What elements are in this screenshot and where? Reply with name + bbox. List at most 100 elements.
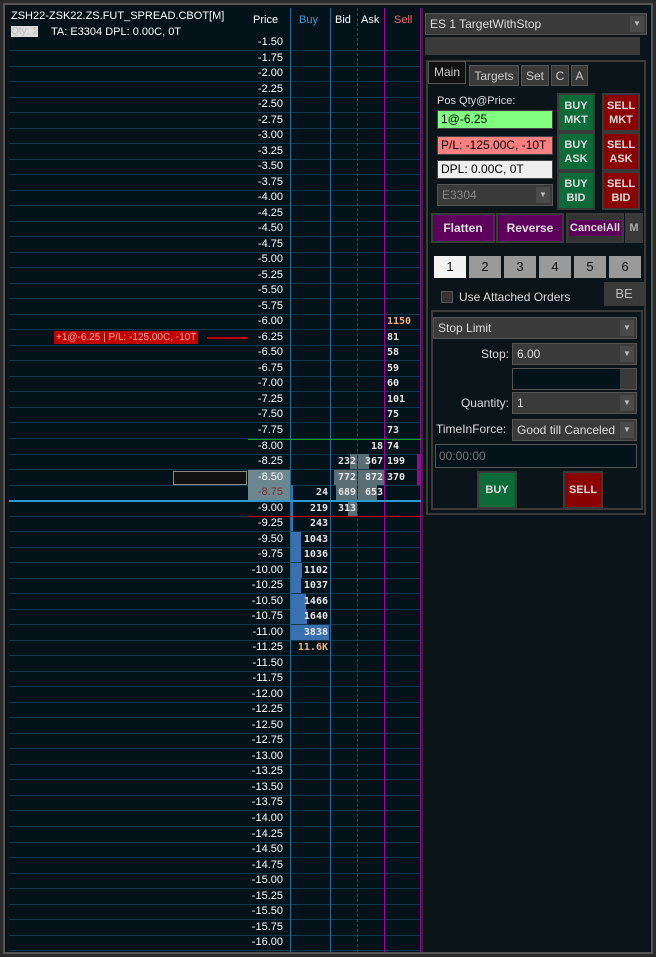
buy-button[interactable]: BUY <box>477 471 517 509</box>
price-cell[interactable]: -3.25 <box>248 144 283 159</box>
ladder-row[interactable]: -8.25 232 367 199 <box>9 454 421 471</box>
cancel-all-button[interactable]: CancelAll <box>566 213 624 243</box>
ladder-row[interactable]: -15.00 <box>9 873 421 890</box>
sell-cell[interactable]: 199 <box>387 454 417 469</box>
ladder-row[interactable]: -11.00 3838 <box>9 624 421 641</box>
ladder-row[interactable]: -13.25 <box>9 764 421 781</box>
ladder-row[interactable]: -10.50 1466 <box>9 593 421 610</box>
ladder-row[interactable]: -14.50 <box>9 842 421 859</box>
sell-cell[interactable]: 59 <box>387 361 417 376</box>
price-cell[interactable]: -6.75 <box>248 361 283 376</box>
ladder-row[interactable]: -2.50 <box>9 97 421 114</box>
ladder-row[interactable]: -5.75 <box>9 299 421 315</box>
stop-dropdown[interactable]: 6.00 ▼ <box>512 343 637 365</box>
buy-cell[interactable]: 11.6K <box>291 640 328 655</box>
price-cell[interactable]: -9.00 <box>248 501 283 516</box>
tab-main[interactable]: Main <box>428 61 466 84</box>
price-cell[interactable]: -8.75 <box>248 485 283 500</box>
ladder-row[interactable]: -4.00 <box>9 190 421 207</box>
price-cell[interactable]: -2.50 <box>248 97 283 112</box>
price-cell[interactable]: -10.75 <box>248 609 283 624</box>
ladder-row[interactable]: -6.00 1150 <box>9 314 421 331</box>
ladder-row[interactable]: -10.00 1102 <box>9 562 421 579</box>
price-cell[interactable]: -12.75 <box>248 733 283 748</box>
ladder-row[interactable]: -6.75 59 <box>9 361 421 377</box>
buy-cell[interactable]: 1640 <box>291 609 328 624</box>
bid-cell[interactable]: 689 <box>331 485 356 500</box>
price-cell[interactable]: -12.25 <box>248 702 283 717</box>
price-cell[interactable]: -9.25 <box>248 516 283 531</box>
price-cell[interactable]: -3.75 <box>248 175 283 190</box>
preset-1-button[interactable]: 1 <box>434 256 466 278</box>
preset-5-button[interactable]: 5 <box>574 256 606 278</box>
strategy-dropdown[interactable]: ES 1 TargetWithStop ▼ <box>425 13 647 35</box>
sell-cell[interactable]: 81 <box>387 330 417 345</box>
ladder-row[interactable]: -5.25 <box>9 268 421 284</box>
ladder-row[interactable]: -5.50 <box>9 283 421 300</box>
ladder-row[interactable]: -3.50 <box>9 159 421 176</box>
quantity-dropdown[interactable]: 1 ▼ <box>512 392 637 414</box>
sell-ask-button[interactable]: SELL ASK <box>602 132 640 171</box>
m-button[interactable]: M <box>625 213 643 243</box>
price-cell[interactable]: -10.00 <box>248 563 283 578</box>
sell-cell[interactable]: 73 <box>387 423 417 438</box>
price-cell[interactable]: -14.00 <box>248 811 283 826</box>
price-cell[interactable]: -6.00 <box>248 314 283 329</box>
reverse-button[interactable]: Reverse <box>496 213 564 243</box>
ladder-row[interactable]: -15.25 <box>9 889 421 905</box>
price-cell[interactable]: -5.25 <box>248 268 283 283</box>
price-cell[interactable]: -13.75 <box>248 795 283 810</box>
ladder-row[interactable]: -9.00 219 313 <box>9 500 421 517</box>
price-cell[interactable]: -6.50 <box>248 345 283 360</box>
order-type-dropdown[interactable]: Stop Limit ▼ <box>433 317 637 339</box>
ladder-row[interactable]: -12.25 <box>9 702 421 719</box>
price-ladder[interactable]: ZSH22-ZSK22.ZS.FUT_SPREAD.CBOT[M] Qty: 1… <box>9 8 421 952</box>
price-cell[interactable]: -13.00 <box>248 749 283 764</box>
preset-2-button[interactable]: 2 <box>469 256 501 278</box>
buy-cell[interactable]: 1037 <box>291 578 328 593</box>
price-cell[interactable]: -5.75 <box>248 299 283 314</box>
price-cell[interactable]: -12.00 <box>248 687 283 702</box>
price-cell[interactable]: -14.25 <box>248 827 283 842</box>
sell-bid-button[interactable]: SELL BID <box>602 171 640 210</box>
ladder-row[interactable]: -2.00 <box>9 66 421 83</box>
ladder-row[interactable]: -9.75 1036 <box>9 547 421 564</box>
ladder-row[interactable]: -11.25 11.6K <box>9 640 421 657</box>
ladder-row[interactable]: -4.50 <box>9 221 421 238</box>
buy-cell[interactable]: 24 <box>291 485 328 500</box>
ladder-row[interactable]: -15.50 <box>9 904 421 921</box>
price-cell[interactable]: -14.50 <box>248 842 283 857</box>
tif-dropdown[interactable]: Good till Canceled ▼ <box>512 419 637 441</box>
price-cell[interactable]: -4.00 <box>248 190 283 205</box>
price-cell[interactable]: -3.50 <box>248 159 283 174</box>
price-cell[interactable]: -2.00 <box>248 66 283 81</box>
price-input[interactable] <box>173 470 247 485</box>
price-cell[interactable]: -1.50 <box>248 35 283 50</box>
price-cell[interactable]: -7.00 <box>248 376 283 391</box>
price-cell[interactable]: -4.25 <box>248 206 283 221</box>
ladder-row[interactable]: -11.75 <box>9 671 421 688</box>
price-cell[interactable]: -5.50 <box>248 283 283 298</box>
ladder-row[interactable]: -14.00 <box>9 811 421 827</box>
ladder-row[interactable]: -9.50 1043 <box>9 531 421 548</box>
ladder-row[interactable]: -14.75 <box>9 858 421 874</box>
buy-ask-button[interactable]: BUY ASK <box>557 132 595 171</box>
ladder-row[interactable]: -6.50 58 <box>9 345 421 362</box>
price-cell[interactable]: -7.25 <box>248 392 283 407</box>
price-cell[interactable]: -15.25 <box>248 889 283 904</box>
ask-cell[interactable]: 872 <box>358 470 383 485</box>
sell-cell[interactable]: 370 <box>387 470 417 485</box>
price-cell[interactable]: -15.75 <box>248 920 283 935</box>
sell-cell[interactable]: 75 <box>387 407 417 422</box>
time-input[interactable]: 00:00:00 <box>435 444 637 468</box>
ladder-row[interactable]: -1.75 <box>9 51 421 67</box>
buy-cell[interactable]: 1036 <box>291 547 328 562</box>
position-marker[interactable]: +1@-6.25 | P/L: -125.00C, -10T <box>54 330 199 344</box>
ask-cell[interactable]: 18 <box>358 439 383 454</box>
ladder-row[interactable]: -13.50 <box>9 780 421 796</box>
price-cell[interactable]: -3.00 <box>248 128 283 143</box>
price-cell[interactable]: -11.25 <box>248 640 283 655</box>
bid-cell[interactable]: 232 <box>331 454 356 469</box>
price-cell[interactable]: -4.50 <box>248 221 283 236</box>
buy-cell[interactable]: 1466 <box>291 594 328 609</box>
